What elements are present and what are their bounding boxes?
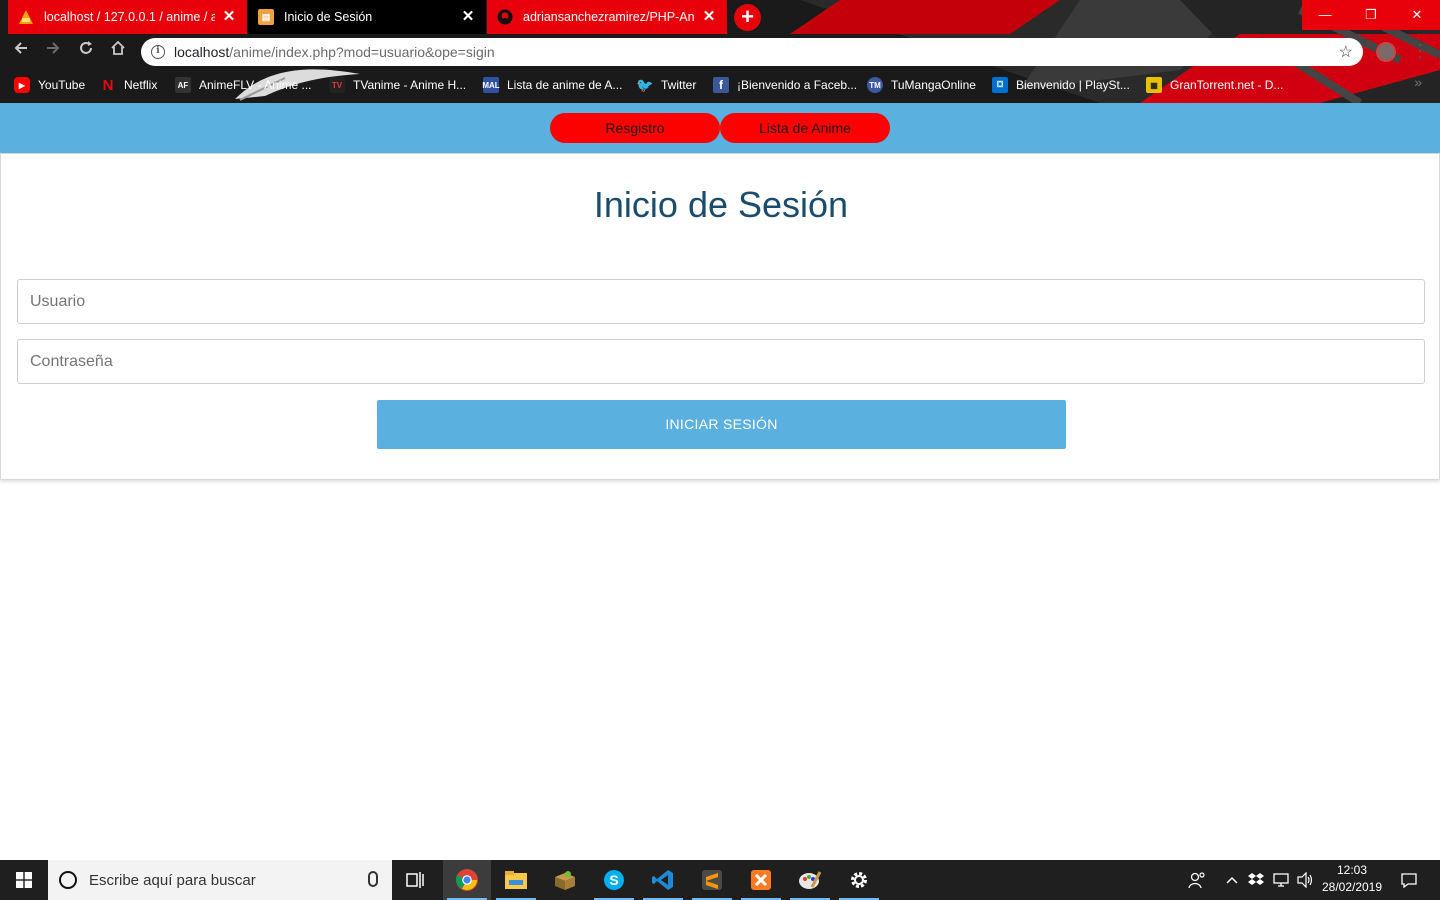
- bookmarks-overflow-icon[interactable]: »: [1414, 74, 1422, 90]
- back-icon[interactable]: [10, 40, 32, 62]
- bookmark-animeflv[interactable]: AF AnimeFLV - Anime ...: [175, 76, 311, 94]
- minimize-button[interactable]: —: [1302, 0, 1348, 30]
- bookmark-youtube[interactable]: ▶ YouTube: [14, 76, 85, 94]
- settings-icon[interactable]: [835, 860, 883, 900]
- action-center-icon[interactable]: [1394, 860, 1424, 900]
- dropbox-icon[interactable]: [1246, 860, 1266, 900]
- twitter-icon: 🐦: [636, 76, 654, 93]
- username-field[interactable]: [17, 279, 1425, 324]
- bookmark-playstation-store[interactable]: ⛋ Bienvenido | PlaySt...: [992, 76, 1130, 94]
- tvanime-icon: TV: [329, 77, 345, 93]
- skype-icon[interactable]: S: [590, 860, 638, 900]
- facebook-icon: f: [713, 77, 729, 93]
- bookmark-label: Bienvenido | PlaySt...: [1016, 78, 1130, 92]
- taskbar-search[interactable]: Escribe aquí para buscar: [48, 860, 392, 900]
- restore-button[interactable]: ❐: [1348, 0, 1394, 30]
- vscode-icon[interactable]: [639, 860, 687, 900]
- bookmark-tumangaonline[interactable]: TM TuMangaOnline: [867, 76, 976, 94]
- start-button[interactable]: [0, 860, 48, 900]
- people-icon[interactable]: [1182, 860, 1212, 900]
- microphone-icon[interactable]: [368, 871, 378, 887]
- close-tab-icon[interactable]: ✕: [701, 9, 717, 25]
- anime-list-link[interactable]: Lista de Anime: [720, 113, 890, 143]
- browser-menu-icon[interactable]: ⋮: [1411, 40, 1429, 62]
- tab-github[interactable]: adriansanchezramirez/PHP-Anim ✕: [487, 0, 727, 34]
- animeflv-icon: AF: [175, 77, 191, 93]
- bookmark-twitter[interactable]: 🐦 Twitter: [636, 76, 697, 94]
- sublime-text-icon[interactable]: [688, 860, 736, 900]
- login-card: Inicio de Sesión INICIAR SESIÓN: [0, 153, 1440, 480]
- system-clock[interactable]: 12:03 28/02/2019: [1316, 862, 1388, 898]
- bookmark-label: Twitter: [661, 78, 697, 92]
- windows-logo-icon: [16, 872, 32, 888]
- bookmark-label: Netflix: [124, 78, 158, 92]
- file-explorer-icon[interactable]: [492, 860, 540, 900]
- bookmark-myanimelist[interactable]: MAL Lista de anime de A...: [482, 76, 623, 94]
- svg-text:S: S: [609, 872, 618, 888]
- bookmark-facebook[interactable]: f ¡Bienvenido a Faceb...: [713, 76, 857, 94]
- bookmark-label: AnimeFLV - Anime ...: [199, 78, 312, 92]
- tumangaonline-icon: TM: [867, 77, 883, 93]
- bookmark-label: Lista de anime de A...: [507, 78, 623, 92]
- reload-icon[interactable]: [75, 40, 97, 62]
- xampp-icon[interactable]: [737, 860, 785, 900]
- close-tab-icon[interactable]: ✕: [221, 9, 237, 25]
- url-host: localhost: [174, 44, 230, 60]
- bookmark-label: ¡Bienvenido a Faceb...: [737, 78, 858, 92]
- address-bar[interactable]: i localhost/anime/index.php?mod=usuario&…: [141, 38, 1363, 66]
- network-icon[interactable]: [1270, 860, 1292, 900]
- bookmark-label: YouTube: [38, 78, 86, 92]
- paint-icon[interactable]: [786, 860, 834, 900]
- bookmark-label: TVanime - Anime H...: [353, 78, 467, 92]
- site-info-icon[interactable]: i: [151, 45, 165, 59]
- bookmark-netflix[interactable]: N Netflix: [100, 76, 158, 94]
- myanimelist-icon: MAL: [482, 77, 500, 93]
- bookmark-label: GranTorrent.net - D...: [1170, 78, 1284, 92]
- windows-taskbar: Escribe aquí para buscar S 12:03 28/02/2…: [0, 860, 1440, 900]
- tab-title: localhost / 127.0.0.1 / anime / an: [44, 10, 215, 24]
- youtube-icon: ▶: [14, 77, 30, 93]
- url-path: /anime/index.php?mod=usuario&ope=sigin: [229, 44, 495, 60]
- phpmyadmin-icon: [18, 9, 34, 25]
- github-icon: [497, 9, 513, 25]
- forward-icon[interactable]: [42, 40, 64, 62]
- tab-title: adriansanchezramirez/PHP-Anim: [523, 10, 695, 24]
- tab-strip: localhost / 127.0.0.1 / anime / an ✕ ▤ I…: [0, 0, 1440, 34]
- task-view-icon[interactable]: [392, 860, 440, 900]
- site-nav-bar: Resgistro Lista de Anime: [0, 103, 1440, 153]
- search-placeholder: Escribe aquí para buscar: [89, 871, 256, 889]
- page-icon: ▤: [258, 9, 274, 25]
- netflix-icon: N: [102, 76, 114, 94]
- password-field[interactable]: [17, 339, 1425, 384]
- bookmarks-bar: ▶ YouTube N Netflix AF AnimeFLV - Anime …: [0, 68, 1440, 103]
- grantorrent-icon: ▦: [1146, 77, 1162, 93]
- tab-phpmyadmin[interactable]: localhost / 127.0.0.1 / anime / an ✕: [8, 0, 247, 34]
- playstation-store-icon: ⛋: [992, 77, 1008, 93]
- login-button[interactable]: INICIAR SESIÓN: [377, 400, 1066, 449]
- page-title: Inicio de Sesión: [593, 184, 849, 225]
- close-tab-icon[interactable]: ✕: [460, 9, 476, 25]
- close-window-button[interactable]: ✕: [1394, 0, 1440, 30]
- browser-chrome: localhost / 127.0.0.1 / anime / an ✕ ▤ I…: [0, 0, 1440, 103]
- tab-inicio-sesion[interactable]: ▤ Inicio de Sesión ✕: [248, 0, 486, 34]
- bookmark-label: TuMangaOnline: [891, 78, 976, 92]
- chrome-icon[interactable]: [443, 860, 491, 900]
- bookmark-tvanime[interactable]: TV TVanime - Anime H...: [329, 76, 466, 94]
- new-tab-button[interactable]: +: [734, 4, 761, 31]
- clock-time: 12:03: [1336, 863, 1368, 877]
- show-hidden-icons-icon[interactable]: [1222, 860, 1242, 900]
- volume-icon[interactable]: [1294, 860, 1316, 900]
- bookmark-grantorrent[interactable]: ▦ GranTorrent.net - D...: [1146, 76, 1283, 94]
- profile-avatar[interactable]: [1376, 42, 1396, 62]
- clock-date: 28/02/2019: [1321, 880, 1383, 894]
- package-icon[interactable]: [541, 860, 589, 900]
- home-icon[interactable]: [107, 40, 129, 62]
- tab-title: Inicio de Sesión: [284, 10, 373, 24]
- cortana-icon: [59, 871, 77, 889]
- register-link[interactable]: Resgistro: [550, 113, 720, 143]
- bookmark-star-icon[interactable]: ☆: [1339, 42, 1353, 62]
